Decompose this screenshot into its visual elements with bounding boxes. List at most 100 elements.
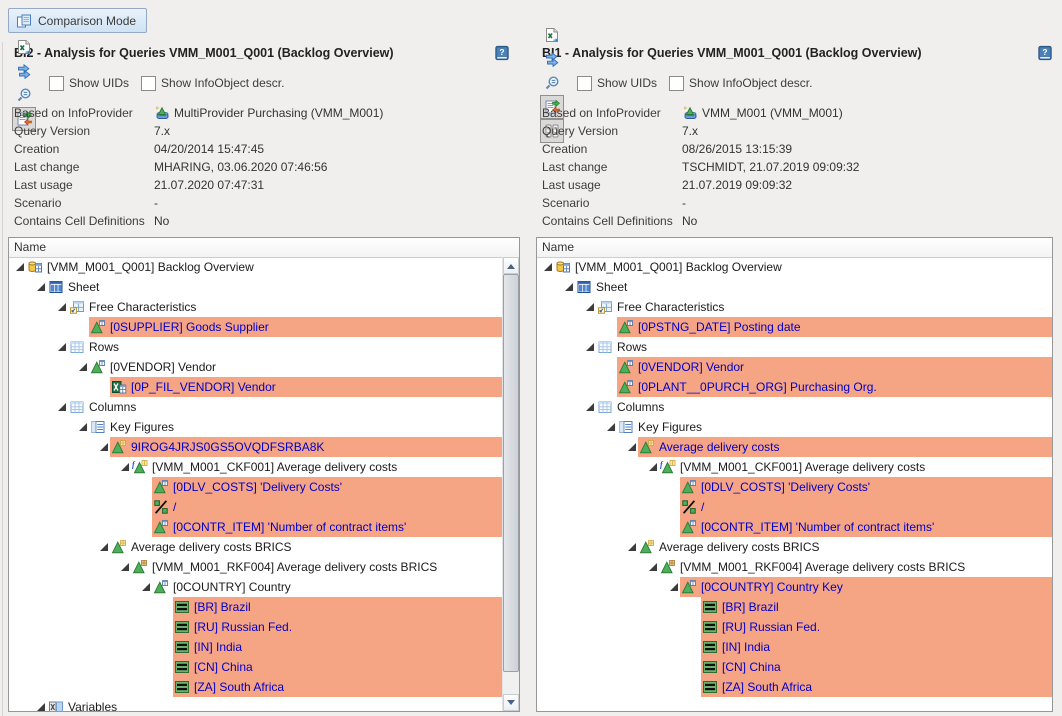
tree-expander[interactable] [55,403,68,411]
tree-expander[interactable] [625,543,638,551]
help-icon[interactable]: ? [1037,44,1053,60]
tree-expander[interactable] [76,423,89,431]
tree-row[interactable]: [ZA] South Africa [537,677,1052,697]
tree-row[interactable]: Key Figures [9,417,502,437]
tree-row[interactable]: 9IROG4JRJS0GS5OVQDFSRBA8K [9,437,502,457]
scroll-up-button[interactable] [503,257,519,274]
help-icon[interactable]: ? [494,44,510,60]
tree-expander[interactable] [34,283,47,291]
tree-row[interactable]: Free Characteristics [9,297,502,317]
tree-row[interactable]: [0COUNTRY] Country Key [537,577,1052,597]
tree-row[interactable]: [IN] India [9,637,502,657]
tree-expander[interactable] [118,563,131,571]
tree-expander[interactable] [646,463,659,471]
swap-queries-button[interactable] [540,47,564,71]
tree-row[interactable]: [0VENDOR] Vendor [9,357,502,377]
tree-expander[interactable] [667,583,680,591]
tree-row[interactable]: [BR] Brazil [9,597,502,617]
tree-row[interactable]: [0CONTR_ITEM] 'Number of contract items' [537,517,1052,537]
tree-row[interactable]: [VMM_M001_RKF004] Average delivery costs… [9,557,502,577]
tree-expander[interactable] [583,403,596,411]
tree-row[interactable]: Free Characteristics [537,297,1052,317]
tree-row[interactable]: Sheet [9,277,502,297]
tree-expander[interactable] [118,463,131,471]
tree-row[interactable]: Variables [9,697,502,711]
tree-row[interactable]: f[VMM_M001_CKF001] Average delivery cost… [9,457,502,477]
tree-row[interactable]: [0DLV_COSTS] 'Delivery Costs' [9,477,502,497]
tree-expander[interactable] [97,543,110,551]
tree-row[interactable]: [RU] Russian Fed. [9,617,502,637]
info-label: Last change [542,160,682,174]
tree-row[interactable]: Rows [9,337,502,357]
tree-node-label: Columns [89,397,136,417]
export-excel-button[interactable] [12,35,36,59]
search-button[interactable] [540,71,564,95]
tree-column-header[interactable]: Name [537,238,1052,258]
tree-row[interactable]: Key Figures [537,417,1052,437]
tree-row[interactable]: f[VMM_M001_CKF001] Average delivery cost… [537,457,1052,477]
tree-expander[interactable] [625,443,638,451]
tree-row[interactable]: Average delivery costs [537,437,1052,457]
tree-row[interactable]: [0SUPPLIER] Goods Supplier [9,317,502,337]
tree-expander[interactable] [562,283,575,291]
tree-row[interactable]: [0COUNTRY] Country [9,577,502,597]
show-uids-checkbox[interactable] [577,76,592,91]
tree-expander[interactable] [13,263,26,271]
tree-scrollbar[interactable] [502,257,519,711]
tree-expander[interactable] [34,703,47,711]
tree-row[interactable]: [0DLV_COSTS] 'Delivery Costs' [537,477,1052,497]
tree-expander[interactable] [646,563,659,571]
equals-icon [702,639,718,655]
show-infoobject-option[interactable]: Show InfoObject descr. [669,76,812,91]
show-infoobject-checkbox[interactable] [669,76,684,91]
tree-row[interactable]: / [9,497,502,517]
tree-row[interactable]: [VMM_M001_RKF004] Average delivery costs… [537,557,1052,577]
show-uids-checkbox[interactable] [49,76,64,91]
tree-row[interactable]: [0P_FIL_VENDOR] Vendor [9,377,502,397]
tree-row[interactable]: [0PSTNG_DATE] Posting date [537,317,1052,337]
tree-row[interactable]: Columns [537,397,1052,417]
tree-expander[interactable] [55,343,68,351]
tree-row[interactable]: [IN] India [537,637,1052,657]
tree-node-label: [VMM_M001_CKF001] Average delivery costs [152,457,397,477]
tree-row[interactable]: [VMM_M001_Q001] Backlog Overview [9,257,502,277]
show-uids-option[interactable]: Show UIDs [577,76,657,91]
tree-expander[interactable] [583,343,596,351]
tree-row[interactable]: [0VENDOR] Vendor [537,357,1052,377]
export-excel-button[interactable] [540,23,564,47]
tree-row[interactable]: / [537,497,1052,517]
tree-row[interactable]: [0CONTR_ITEM] 'Number of contract items' [9,517,502,537]
tree-column-header[interactable]: Name [9,238,519,258]
tree-row[interactable]: [VMM_M001_Q001] Backlog Overview [537,257,1052,277]
swap-queries-button[interactable] [12,59,36,83]
scroll-down-button[interactable] [503,694,519,711]
tree-expander[interactable] [604,423,617,431]
tree-expander[interactable] [76,363,89,371]
tree-expander[interactable] [55,303,68,311]
tree-expander[interactable] [139,583,152,591]
info-row: Last usage21.07.2019 09:09:32 [542,176,1049,194]
tree-row[interactable]: Sheet [537,277,1052,297]
free-chars-icon [597,299,613,315]
tree-expander[interactable] [541,263,554,271]
tree-row[interactable]: [RU] Russian Fed. [537,617,1052,637]
tree-node: [0COUNTRY] Country [152,577,502,597]
tree-row[interactable]: Average delivery costs BRICS [9,537,502,557]
tree-row[interactable]: Rows [537,337,1052,357]
tree-row[interactable]: [CN] China [537,657,1052,677]
scroll-thumb[interactable] [503,274,519,672]
tree-row[interactable]: [0PLANT__0PURCH_ORG] Purchasing Org. [537,377,1052,397]
tree-row[interactable]: Average delivery costs BRICS [537,537,1052,557]
show-infoobject-checkbox[interactable] [141,76,156,91]
show-uids-option[interactable]: Show UIDs [49,76,129,91]
tree-row[interactable]: Columns [9,397,502,417]
tree-row[interactable]: [BR] Brazil [537,597,1052,617]
info-label: Based on InfoProvider [14,106,154,120]
tree-row[interactable]: [ZA] South Africa [9,677,502,697]
tree-expander[interactable] [97,443,110,451]
tree-row[interactable]: [CN] China [9,657,502,677]
comparison-mode-button[interactable]: Comparison Mode [8,8,147,33]
show-infoobject-option[interactable]: Show InfoObject descr. [141,76,284,91]
tree-expander[interactable] [583,303,596,311]
calculated-kf-icon [111,439,127,455]
